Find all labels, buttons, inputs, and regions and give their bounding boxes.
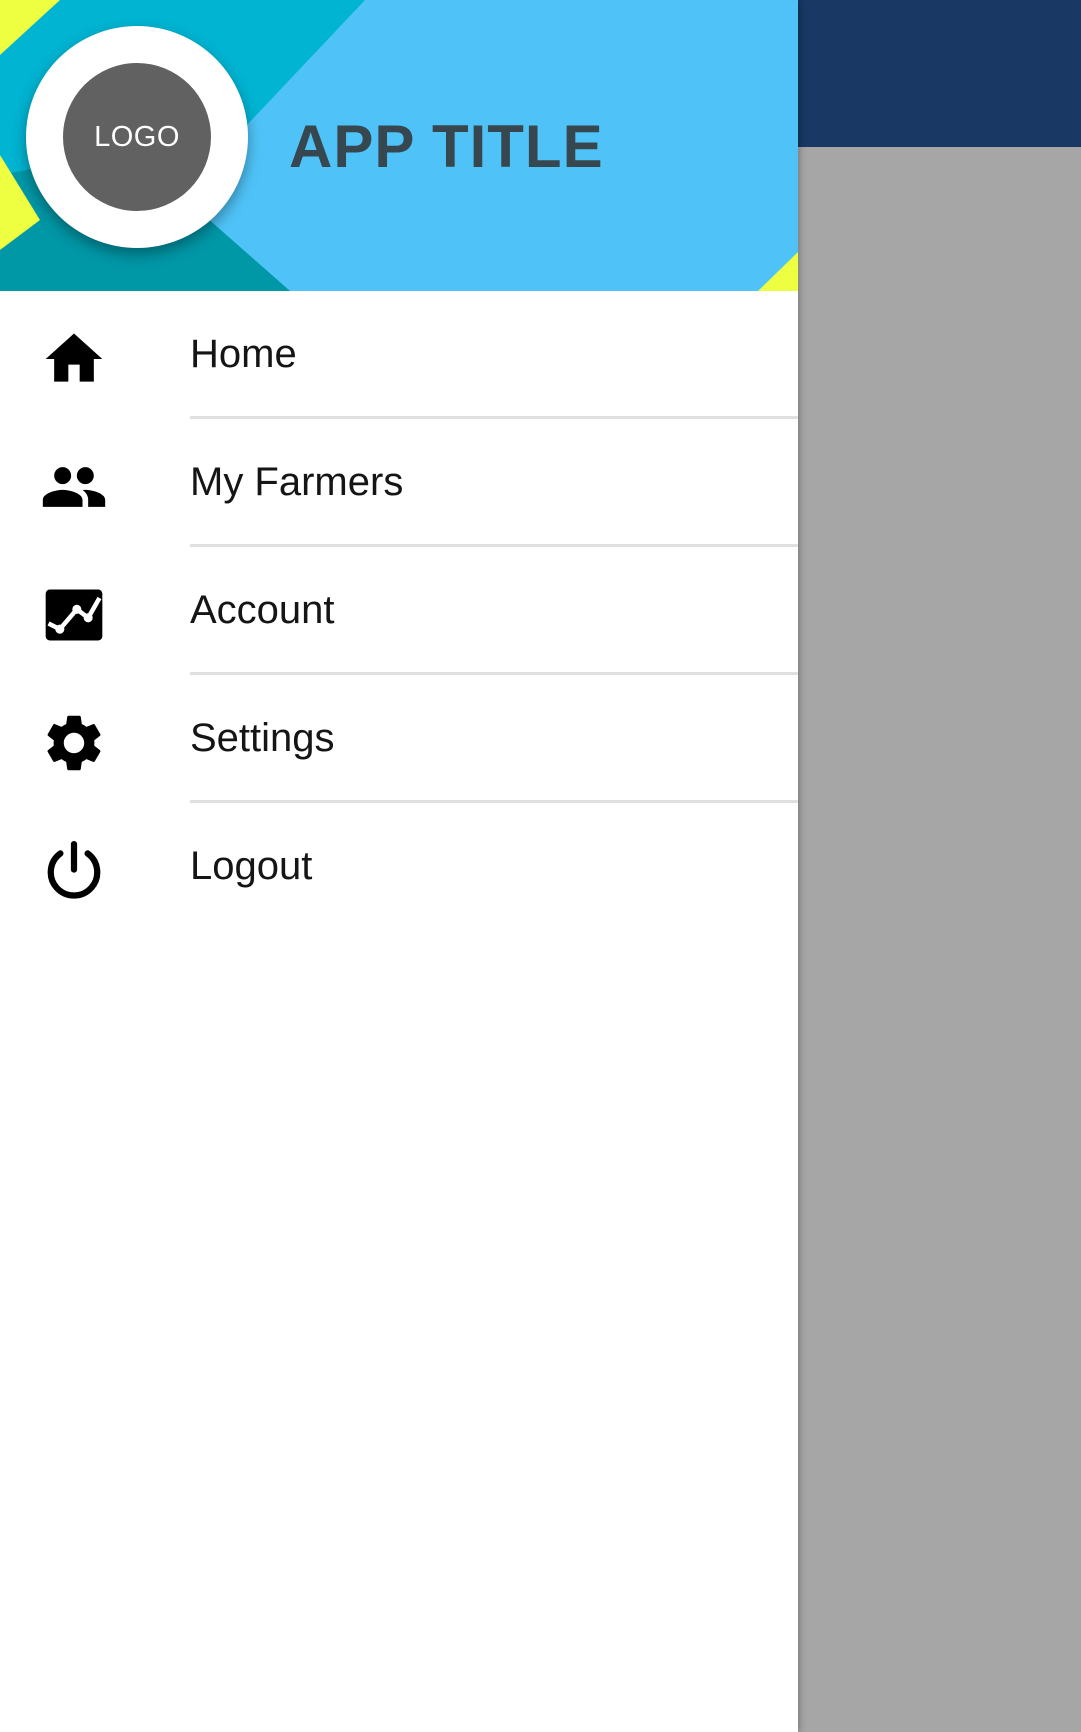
navigation-drawer: LOGO APP TITLE Home My Farmers Account S… <box>0 0 798 1732</box>
drawer-header: LOGO APP TITLE <box>0 0 798 291</box>
menu-item-label: Account <box>190 588 335 632</box>
menu-item-account[interactable]: Account <box>0 547 798 675</box>
menu-item-label: My Farmers <box>190 460 404 504</box>
menu-item-my-farmers[interactable]: My Farmers <box>0 419 798 547</box>
screen: LOGO APP TITLE Home My Farmers Account S… <box>0 0 1081 1732</box>
menu-item-label: Logout <box>190 844 313 888</box>
drawer-menu: Home My Farmers Account Settings Logout <box>0 291 798 931</box>
home-icon <box>40 325 108 393</box>
menu-item-label: Home <box>190 332 297 376</box>
menu-item-logout[interactable]: Logout <box>0 803 798 931</box>
app-title: APP TITLE <box>289 113 604 180</box>
menu-item-home[interactable]: Home <box>0 291 798 419</box>
logo: LOGO <box>63 63 211 211</box>
chart-icon <box>40 581 108 649</box>
power-icon <box>40 837 108 905</box>
menu-item-label: Settings <box>190 716 335 760</box>
logo-badge: LOGO <box>26 26 248 248</box>
people-icon <box>40 453 108 521</box>
logo-text: LOGO <box>94 120 180 153</box>
menu-item-settings[interactable]: Settings <box>0 675 798 803</box>
gear-icon <box>40 709 108 777</box>
